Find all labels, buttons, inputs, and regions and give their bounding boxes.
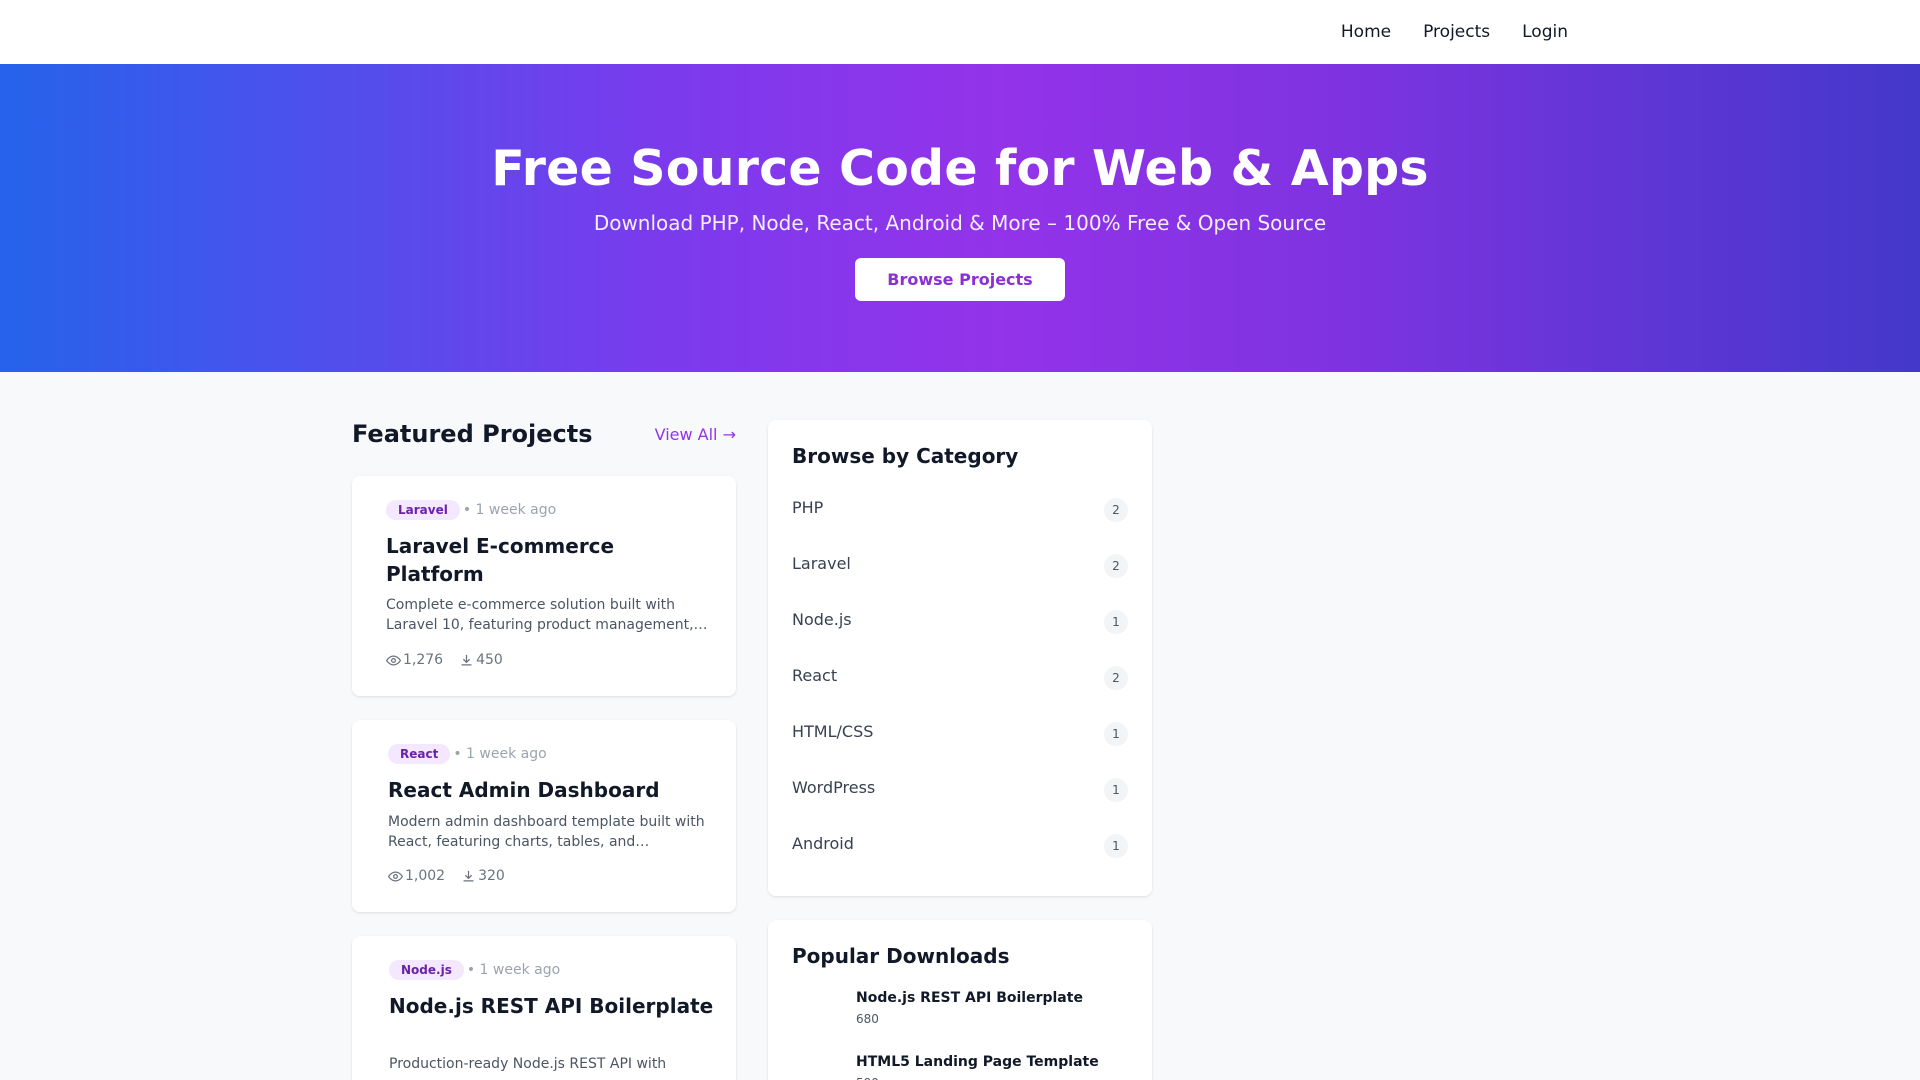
category-count: 1: [1104, 778, 1128, 802]
project-thumbnail: [792, 1054, 848, 1080]
category-badge[interactable]: Laravel: [386, 500, 460, 520]
category-count: 2: [1104, 666, 1128, 690]
category-name: PHP: [792, 498, 824, 517]
category-count: 2: [1104, 554, 1128, 578]
project-title[interactable]: Laravel E-commerce Platform: [386, 532, 716, 588]
popular-panel-heading: Popular Downloads: [792, 944, 1010, 968]
category-count: 1: [1104, 722, 1128, 746]
category-count: 2: [1104, 498, 1128, 522]
hero-title: Free Source Code for Web & Apps: [491, 140, 1429, 197]
views-count: 1,276: [386, 652, 443, 668]
category-item-html-css[interactable]: HTML/CSS 1: [780, 712, 1140, 756]
project-card[interactable]: Laravel • 1 week ago Laravel E-commerce …: [352, 476, 736, 696]
project-time: • 1 week ago: [466, 962, 561, 978]
category-name: Android: [792, 834, 854, 853]
popular-item-downloads: 680: [856, 1012, 879, 1026]
view-all-link[interactable]: View All →: [655, 425, 736, 444]
category-item-react[interactable]: React 2: [780, 656, 1140, 700]
downloads-count: 450: [459, 652, 503, 668]
category-item-android[interactable]: Android 1: [780, 824, 1140, 868]
popular-item[interactable]: HTML5 Landing Page Template 590: [792, 1054, 1128, 1080]
category-panel-heading: Browse by Category: [792, 444, 1019, 468]
category-item-wordpress[interactable]: WordPress 1: [780, 768, 1140, 812]
views-value: 1,276: [403, 652, 444, 668]
featured-projects-heading: Featured Projects: [352, 420, 593, 448]
category-item-laravel[interactable]: Laravel 2: [780, 544, 1140, 588]
project-card[interactable]: React • 1 week ago React Admin Dashboard…: [352, 720, 736, 912]
category-name: Node.js: [792, 610, 852, 629]
project-description: Production-ready Node.js REST API with: [389, 1056, 667, 1072]
project-stats: 1,276 450: [386, 652, 503, 668]
popular-item[interactable]: Node.js REST API Boilerplate 680: [792, 990, 1128, 1038]
category-count: 1: [1104, 610, 1128, 634]
hero-subtitle: Download PHP, Node, React, Android & Mor…: [593, 211, 1327, 235]
browse-by-category-panel: Browse by Category PHP 2 Laravel 2 Node.…: [768, 420, 1152, 896]
project-meta: Laravel • 1 week ago: [386, 500, 556, 520]
nav-links: Home Projects Login: [1341, 0, 1568, 64]
downloads-value: 450: [476, 652, 503, 668]
project-stats: 1,002 320: [388, 868, 505, 884]
featured-projects-header: Featured Projects View All →: [352, 420, 736, 452]
nav-link-projects[interactable]: Projects: [1423, 22, 1490, 42]
project-card[interactable]: Node.js • 1 week ago Node.js REST API Bo…: [352, 936, 736, 1080]
category-name: Laravel: [792, 554, 851, 573]
popular-item-title: Node.js REST API Boilerplate: [856, 990, 1083, 1006]
category-count: 1: [1104, 834, 1128, 858]
top-navigation: Home Projects Login: [0, 0, 1920, 64]
popular-item-downloads: 590: [856, 1076, 879, 1080]
project-thumbnail: [792, 990, 848, 1032]
download-icon: [463, 870, 474, 881]
project-title[interactable]: React Admin Dashboard: [388, 776, 718, 804]
project-description: Complete e-commerce solution built with …: [386, 597, 694, 633]
category-badge[interactable]: Node.js: [389, 960, 464, 980]
category-name: React: [792, 666, 838, 685]
project-time: • 1 week ago: [462, 502, 557, 518]
eye-icon: [386, 654, 401, 666]
views-value: 1,002: [405, 868, 446, 884]
popular-downloads-panel: Popular Downloads Node.js REST API Boile…: [768, 920, 1152, 1080]
category-badge[interactable]: React: [388, 744, 451, 764]
downloads-count: 320: [461, 868, 505, 884]
category-name: HTML/CSS: [792, 722, 874, 741]
downloads-value: 320: [478, 868, 505, 884]
category-item-php[interactable]: PHP 2: [780, 488, 1140, 532]
browse-projects-button[interactable]: Browse Projects: [855, 258, 1065, 301]
category-name: WordPress: [792, 778, 876, 797]
project-description: Modern admin dashboard template built wi…: [388, 814, 705, 850]
hero-banner: Free Source Code for Web & Apps Download…: [0, 64, 1920, 372]
popular-item-title: HTML5 Landing Page Template: [856, 1054, 1099, 1070]
nav-link-home[interactable]: Home: [1341, 22, 1391, 42]
project-meta: React • 1 week ago: [388, 744, 547, 764]
download-icon: [461, 654, 472, 665]
nav-link-login[interactable]: Login: [1522, 22, 1568, 42]
views-count: 1,002: [388, 868, 445, 884]
project-time: • 1 week ago: [453, 746, 547, 762]
project-meta: Node.js • 1 week ago: [389, 960, 560, 980]
project-title[interactable]: Node.js REST API Boilerplate: [389, 992, 719, 1020]
eye-icon: [388, 870, 403, 882]
category-item-nodejs[interactable]: Node.js 1: [780, 600, 1140, 644]
